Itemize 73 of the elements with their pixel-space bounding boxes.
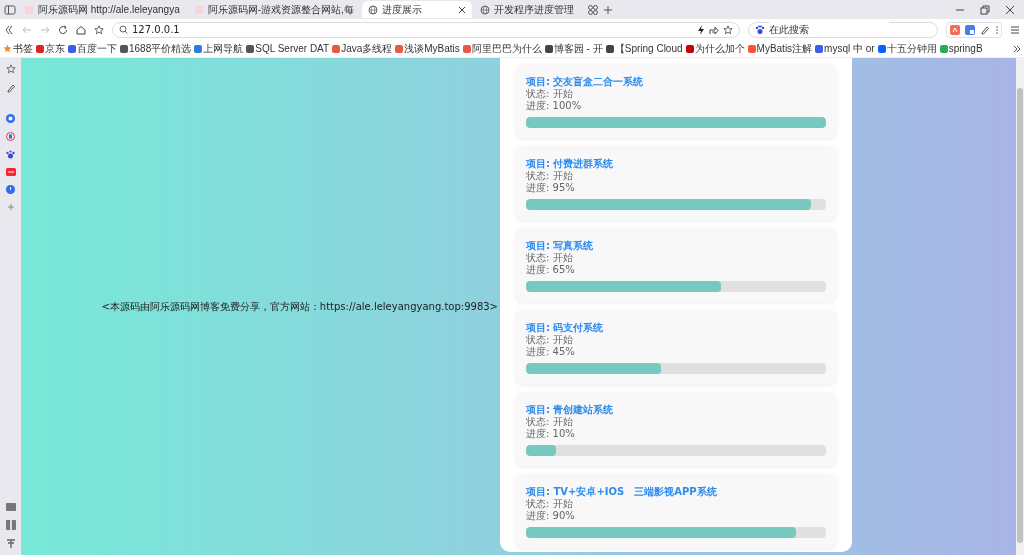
translate-icon[interactable] (964, 24, 975, 35)
pdf-icon[interactable] (949, 24, 960, 35)
browser-tab[interactable]: 阿乐源码网 http://ale.leleyangya (18, 1, 186, 18)
site-icon (24, 4, 34, 15)
share-icon[interactable] (709, 24, 719, 35)
globe-icon (367, 4, 378, 15)
percent-reading: 进度: 95% (526, 182, 576, 194)
home-icon[interactable] (76, 24, 86, 35)
lightning-icon[interactable] (697, 24, 705, 35)
bookmark-link[interactable]: 十五分钟用 (886, 41, 937, 56)
folder-icon[interactable] (5, 502, 16, 511)
bookmark-link[interactable]: springB (948, 41, 983, 56)
notice-text: <本源码由阿乐源码网博客免费分享，官方网站：https://ale.leleyangyang.top:9983> (101, 300, 498, 314)
chat-icon[interactable] (6, 114, 15, 123)
pen-icon[interactable] (979, 24, 990, 35)
star-icon[interactable] (94, 24, 104, 35)
project-status: 状态: 开始 (526, 170, 574, 182)
project-title: 项目: TV+安卓+IOS 三端影视APP系统 (526, 485, 718, 498)
site-icon (193, 4, 204, 15)
bookmark-link[interactable]: 浅谈MyBatis (404, 41, 460, 56)
bookmark-link[interactable]: 书签 (13, 41, 33, 56)
bookmark-link[interactable]: 百度一下 (77, 41, 117, 56)
percent-reading: 进度: 10% (526, 428, 576, 440)
pin-icon[interactable] (5, 539, 16, 549)
collapse-icon[interactable] (4, 24, 14, 35)
restore-icon[interactable] (980, 4, 990, 15)
app-icon[interactable] (6, 132, 15, 141)
project-status: 状态: 开始 (526, 252, 574, 264)
globe-icon (479, 4, 490, 15)
paw-icon[interactable] (6, 150, 15, 159)
clock-icon[interactable] (6, 185, 15, 194)
percent-reading: 进度: 65% (526, 264, 576, 276)
browser-tab[interactable]: 开发程序进度管理 (473, 1, 584, 18)
scrollbar-thumb[interactable] (1017, 88, 1023, 543)
bookmark-link[interactable]: SQL Server DAT (255, 41, 330, 56)
tabs-grid-icon[interactable] (588, 4, 599, 15)
pen-icon[interactable] (5, 83, 16, 93)
percent-reading: 进度: 45% (526, 346, 576, 358)
reload-icon[interactable] (58, 24, 68, 35)
project-title: 项目: 交友盲盒二合一系统 (526, 75, 645, 88)
close-icon[interactable] (457, 5, 466, 14)
project-title: 项目: 付费进群系统 (526, 157, 615, 170)
project-title: 项目: 写真系统 (526, 239, 595, 252)
project-status: 状态: 开始 (526, 334, 574, 346)
percent-reading: 进度: 100% (526, 100, 583, 112)
menu-icon[interactable] (1010, 24, 1020, 35)
browser-tab[interactable]: 进度展示 (361, 1, 472, 18)
bookmark-link[interactable]: mysql 中 or (824, 41, 875, 56)
search-icon (119, 25, 128, 34)
bookmark-link[interactable]: Java多线程 (341, 41, 393, 56)
bookmark-link[interactable]: 博客园 - 开 (553, 41, 603, 56)
more-bookmarks-icon[interactable] (1013, 44, 1021, 53)
browser-tab[interactable]: 阿乐源码网-游戏资源整合网站,每 (187, 1, 360, 18)
project-status: 状态: 开始 (526, 88, 574, 100)
bookmark-link[interactable]: 为什么加个 (694, 41, 745, 56)
bookmark-link[interactable]: 阿里巴巴为什么 (471, 41, 542, 56)
percent-reading: 进度: 90% (526, 510, 576, 522)
bookmark-link[interactable]: MyBatis注解 (756, 41, 813, 56)
bookmark-link[interactable]: 【Spring Cloud (614, 41, 683, 56)
close-icon[interactable] (1005, 4, 1015, 15)
project-title: 项目: 码支付系统 (526, 321, 605, 334)
sidebar-toggle-icon[interactable] (4, 4, 16, 15)
project-status: 状态: 开始 (526, 498, 574, 510)
project-title: 项目: 青创建站系统 (526, 403, 615, 416)
bookmark-link[interactable]: 1688平价精选 (129, 41, 192, 56)
new-tab-icon[interactable] (603, 4, 614, 15)
project-status: 状态: 开始 (526, 416, 574, 428)
favorite-icon[interactable] (723, 24, 733, 35)
video-icon[interactable] (5, 168, 16, 176)
star-icon[interactable] (5, 64, 16, 74)
bookmark-link[interactable]: 上网导航 (203, 41, 244, 56)
bookmark-link[interactable]: 京东 (45, 41, 65, 56)
paw-icon (755, 24, 765, 35)
